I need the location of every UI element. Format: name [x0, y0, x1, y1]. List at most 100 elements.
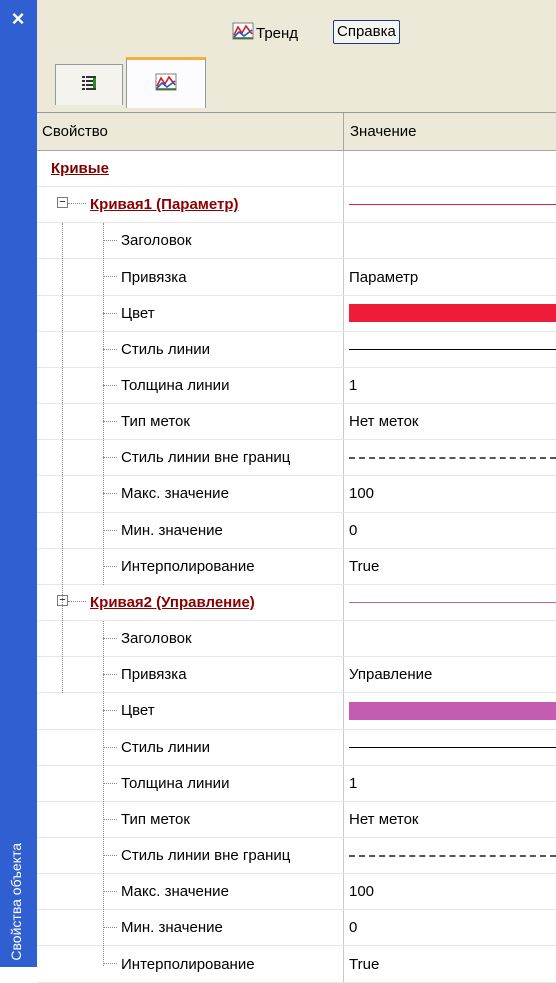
property-name: Тип меток [121, 810, 190, 828]
color-swatch[interactable] [349, 304, 556, 323]
tree-connector [103, 621, 104, 966]
tree-connector [103, 746, 117, 748]
property-name: Толщина линии [121, 774, 230, 792]
tree-connector [103, 638, 117, 640]
property-cell: Привязка [37, 657, 344, 693]
property-value[interactable] [345, 730, 556, 765]
curve-label[interactable]: Кривая1 (Параметр) [90, 187, 239, 222]
property-value[interactable] [345, 838, 556, 873]
column-header-value[interactable]: Значение [345, 113, 556, 150]
help-button[interactable]: Справка [333, 20, 400, 44]
property-cell: Привязка [37, 259, 344, 295]
property-cell: Заголовок [37, 223, 344, 259]
property-row[interactable]: Интерполирование True [37, 946, 556, 983]
property-cell: Интерполирование [37, 946, 344, 982]
property-name: Мин. значение [121, 919, 223, 937]
property-row[interactable]: Цвет [37, 295, 556, 332]
property-row[interactable]: Стиль линии [37, 331, 556, 368]
tree-connector [103, 457, 117, 459]
curve-row[interactable]: − Кривая2 (Управление) [37, 584, 556, 622]
property-value[interactable] [345, 296, 556, 331]
property-row[interactable]: Макс. значение 100 [37, 476, 556, 513]
group-label[interactable]: Кривые [51, 151, 109, 186]
property-cell: Мин. значение [37, 512, 344, 548]
property-row[interactable]: Цвет [37, 693, 556, 730]
line-style-solid [349, 348, 556, 350]
property-row[interactable]: Стиль линии вне границ [37, 837, 556, 875]
property-value[interactable]: 0 [345, 910, 556, 945]
tree-connector [103, 529, 117, 531]
toolbar: Тренд Справка [37, 0, 556, 56]
tree-connector [103, 223, 104, 585]
property-name: Интерполирование [121, 955, 255, 973]
property-value[interactable] [345, 332, 556, 367]
tree-connector [103, 818, 117, 820]
tree-connector [103, 240, 117, 242]
property-value[interactable]: Управление [345, 657, 556, 692]
property-name: Цвет [121, 304, 155, 322]
property-value[interactable]: Параметр [345, 259, 556, 294]
tree-connector [103, 276, 117, 278]
property-name: Мин. значение [121, 521, 223, 539]
property-row[interactable]: Толщина линии 1 [37, 765, 556, 802]
property-row[interactable]: Заголовок [37, 223, 556, 260]
property-cell: Стиль линии вне границ [37, 837, 344, 874]
property-row[interactable]: Тип меток Нет меток [37, 801, 556, 838]
line-style-dashed [349, 854, 556, 857]
property-row[interactable]: Мин. значение 0 [37, 512, 556, 549]
collapse-icon[interactable]: − [57, 197, 68, 209]
trend-icon [155, 73, 177, 95]
property-cell: Стиль линии [37, 729, 344, 765]
group-row-curves[interactable]: Кривые [37, 151, 556, 188]
property-value[interactable]: True [345, 946, 556, 981]
tree-connector [103, 710, 117, 712]
property-value[interactable]: Нет меток [345, 802, 556, 837]
value-cell [345, 187, 556, 222]
property-value[interactable] [345, 693, 556, 728]
property-name: Макс. значение [121, 485, 229, 503]
property-value[interactable]: 0 [345, 513, 556, 548]
property-name: Заголовок [121, 232, 192, 250]
property-value[interactable]: 100 [345, 874, 556, 909]
close-icon[interactable]: × [5, 6, 31, 32]
property-row[interactable]: Стиль линии вне границ [37, 440, 556, 477]
tree-connector [68, 203, 86, 205]
color-swatch[interactable] [349, 701, 556, 720]
tree-connector [62, 223, 63, 693]
tree-connector [103, 312, 117, 314]
property-row[interactable]: Толщина линии 1 [37, 367, 556, 405]
property-row[interactable]: Мин. значение 0 [37, 910, 556, 947]
property-cell: Цвет [37, 693, 344, 729]
property-row[interactable]: Привязка Управление [37, 657, 556, 694]
property-value[interactable]: True [345, 549, 556, 584]
property-row[interactable]: Стиль линии [37, 729, 556, 766]
property-row[interactable]: Интерполирование True [37, 548, 556, 585]
property-name: Привязка [121, 666, 187, 684]
property-row[interactable]: Привязка Параметр [37, 259, 556, 296]
property-cell: Тип меток [37, 404, 344, 440]
property-value[interactable]: 1 [345, 766, 556, 801]
trend-label: Тренд [256, 24, 299, 42]
property-value[interactable] [345, 223, 556, 258]
tab-trend[interactable] [126, 57, 206, 108]
property-name: Макс. значение [121, 883, 229, 901]
property-value[interactable] [345, 440, 556, 475]
property-value[interactable]: Нет меток [345, 404, 556, 439]
column-header-property[interactable]: Свойство [37, 113, 344, 150]
property-value[interactable] [345, 621, 556, 656]
tree-connector [68, 600, 86, 602]
property-cell: Стиль линии вне границ [37, 440, 344, 476]
tab-property-list[interactable] [55, 64, 123, 105]
line-style-dashed [349, 456, 556, 459]
curve-row[interactable]: − Кривая1 (Параметр) [37, 187, 556, 224]
tree-connector [103, 891, 117, 893]
value-cell [345, 585, 556, 620]
property-row[interactable]: Тип меток Нет меток [37, 404, 556, 441]
property-cell: Толщина линии [37, 367, 344, 404]
property-value[interactable]: 1 [345, 368, 556, 403]
property-value[interactable]: 100 [345, 476, 556, 511]
property-row[interactable]: Заголовок [37, 621, 556, 658]
property-grid: Свойство Значение Кривые − Кривая1 (Пара… [37, 112, 556, 983]
property-row[interactable]: Макс. значение 100 [37, 874, 556, 911]
curve-label[interactable]: Кривая2 (Управление) [90, 585, 255, 620]
